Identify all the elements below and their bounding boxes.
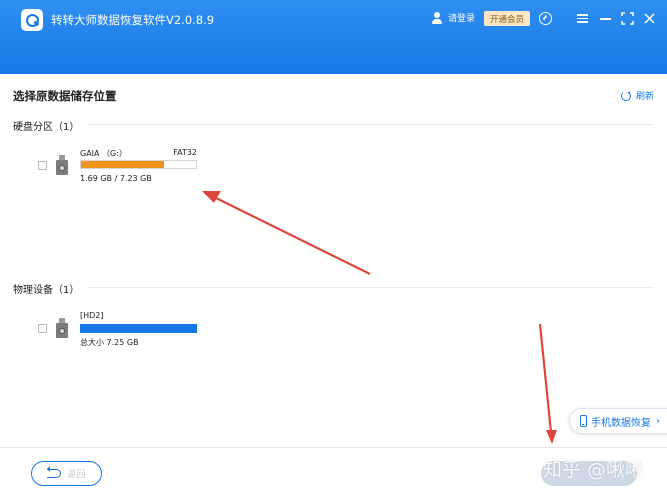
- partition-size: 1.69 GB / 7.23 GB: [80, 174, 152, 183]
- back-label: 返回: [67, 470, 86, 480]
- user-icon: [431, 11, 443, 24]
- partition-usage-fill: [81, 161, 164, 168]
- refresh-button[interactable]: 刷新: [621, 89, 654, 102]
- device-name: [HD2]: [80, 311, 104, 320]
- usb-drive-icon: [56, 155, 68, 175]
- device-checkbox[interactable]: [38, 324, 47, 333]
- usb-drive-icon: [56, 318, 68, 338]
- mobile-recovery-label: 手机数据恢复: [591, 417, 651, 429]
- footer-divider: [0, 447, 667, 448]
- arrow-to-next: [538, 323, 553, 433]
- mobile-recovery-button[interactable]: 手机数据恢复 ›: [569, 408, 667, 434]
- app-logo-icon: [21, 9, 43, 31]
- close-icon[interactable]: [643, 12, 656, 25]
- fullscreen-icon[interactable]: [621, 12, 634, 25]
- back-button[interactable]: 返回: [31, 461, 102, 486]
- partition-usage-bar: [80, 160, 197, 169]
- device-usage-bar: [80, 324, 197, 333]
- arrow-to-partition: [213, 196, 371, 275]
- partition-name: GAIA （G:）: [80, 149, 127, 158]
- chevron-right-icon: ›: [656, 415, 660, 427]
- vip-button[interactable]: 开通会员: [484, 11, 530, 26]
- refresh-icon: [621, 90, 631, 101]
- partition-checkbox[interactable]: [38, 161, 47, 170]
- devices-divider: [88, 287, 654, 288]
- back-arrow-icon: [47, 466, 62, 478]
- partitions-divider: [88, 124, 654, 125]
- arrow-head-next: [546, 430, 557, 444]
- app-title: 转转大师数据恢复软件V2.0.8.9: [51, 13, 215, 27]
- annotation-arrows: [202, 191, 557, 444]
- minimize-icon[interactable]: [599, 12, 612, 25]
- page-title: 选择原数据储存位置: [13, 89, 117, 103]
- title-bar: 转转大师数据恢复软件V2.0.8.9 请登录 开通会员: [0, 0, 667, 74]
- arrow-head-partition: [202, 191, 221, 203]
- device-size: 总大小 7.25 GB: [80, 338, 139, 347]
- device-usage-fill: [81, 325, 196, 332]
- partition-filesystem: FAT32: [173, 148, 197, 157]
- devices-group-title: 物理设备（1）: [13, 285, 80, 296]
- menu-icon[interactable]: [576, 12, 589, 25]
- login-label: 请登录: [448, 14, 476, 24]
- login-button[interactable]: 请登录: [431, 11, 475, 24]
- phone-icon: [580, 415, 587, 427]
- partitions-group-title: 硬盘分区（1）: [13, 122, 80, 133]
- speed-gauge-icon[interactable]: [539, 12, 552, 25]
- refresh-label: 刷新: [636, 92, 655, 102]
- watermark: 知乎 @啾啾: [543, 459, 645, 481]
